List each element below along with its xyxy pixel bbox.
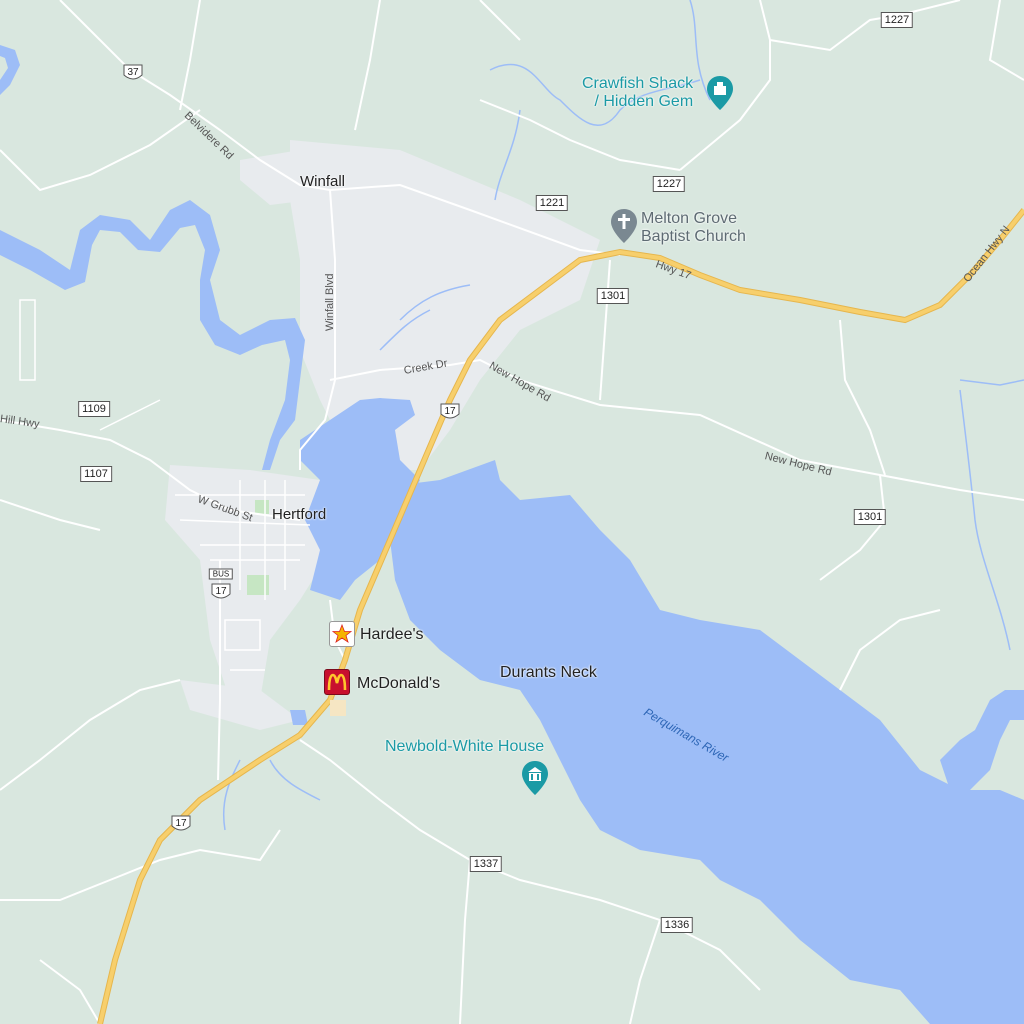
route-number: 37 [127, 67, 139, 78]
route-shield: 1227 [652, 176, 686, 192]
poi-name-line: Melton Grove [641, 210, 738, 227]
poi-label-mcdonalds[interactable]: McDonald's [357, 675, 440, 693]
us17-shield: 17 [439, 402, 461, 422]
poi-label-melton-grove[interactable]: Melton Grove Baptist Church [641, 210, 746, 246]
park [255, 500, 269, 514]
route-shield: 1301 [596, 288, 630, 304]
map-canvas[interactable]: 37 1227 1227 1221 1301 1301 1109 1107 13… [0, 0, 1024, 1024]
poi-name-line: Baptist Church [641, 228, 746, 245]
route-number: 17 [444, 406, 456, 417]
route-number: 17 [175, 818, 187, 829]
mcdonalds-lot [330, 700, 346, 716]
star-icon [331, 623, 353, 643]
road-label-winfall-blvd: Winfall Blvd [324, 273, 336, 331]
museum-pin-icon[interactable] [521, 760, 549, 796]
route-number: 17 [215, 586, 227, 597]
mcdonalds-logo-icon[interactable] [324, 669, 350, 695]
us17-bus-shield: 17 [210, 582, 232, 602]
poi-name-line: / Hidden Gem [594, 93, 694, 110]
route-shield: 1109 [78, 401, 110, 417]
small-lake [290, 710, 308, 725]
route-shield: 1227 [880, 12, 914, 28]
route-shield: 1336 [660, 917, 694, 933]
us17-shield: 17 [170, 814, 192, 834]
golden-arches-icon [327, 673, 347, 691]
poi-label-crawfish-shack[interactable]: Crawfish Shack / Hidden Gem [582, 75, 693, 111]
route-shield: 1337 [469, 856, 503, 872]
poi-name-line: Crawfish Shack [582, 75, 694, 92]
us17-shield: 37 [122, 63, 144, 83]
town-label-winfall[interactable]: Winfall [300, 173, 345, 190]
route-shield: 1107 [80, 466, 112, 482]
hardees-logo-icon[interactable] [329, 621, 355, 647]
bus-tag: BUS [208, 568, 234, 580]
restaurant-pin-icon[interactable] [706, 75, 734, 111]
town-label-hertford[interactable]: Hertford [272, 506, 326, 523]
poi-label-newbold-white[interactable]: Newbold-White House [385, 738, 544, 756]
area-label-durants-neck[interactable]: Durants Neck [500, 664, 597, 682]
route-shield: 1221 [535, 195, 569, 211]
route-shield: 1301 [853, 509, 887, 525]
church-pin-icon[interactable] [610, 208, 638, 244]
poi-label-hardees[interactable]: Hardee's [360, 626, 424, 644]
